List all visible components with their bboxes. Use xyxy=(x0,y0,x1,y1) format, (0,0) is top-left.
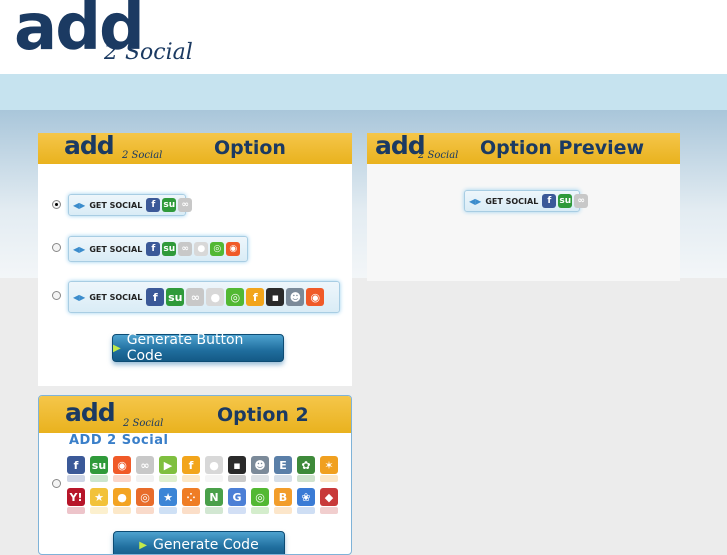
facebook-icon[interactable]: f xyxy=(146,242,161,256)
myspace-icon[interactable]: ∞ xyxy=(178,198,193,212)
satellite-icon[interactable]: ✶ xyxy=(320,456,338,482)
play-icon[interactable]: ▶ xyxy=(159,456,177,482)
stumbleupon-icon[interactable]: su xyxy=(90,456,108,482)
target-icon[interactable]: ◉ xyxy=(113,456,131,482)
friendfeed-icon[interactable]: f xyxy=(246,288,265,306)
arrows-icon: ◀▶ xyxy=(73,200,86,210)
g-icon[interactable]: G xyxy=(228,488,246,514)
generate-button-code-label: Generate Button Code xyxy=(126,332,244,364)
facebook-icon[interactable]: f xyxy=(146,198,161,212)
n-icon[interactable]: N xyxy=(205,488,223,514)
option-preview-button-2[interactable]: ◀▶ GET SOCIAL f su ∞ ● ◎ ◉ xyxy=(68,236,248,262)
option-2-subtitle: ADD 2 Social xyxy=(69,433,169,448)
facebook-icon[interactable]: f xyxy=(67,456,85,482)
get-social-label: GET SOCIAL xyxy=(89,200,143,210)
leaf-icon[interactable]: ✿ xyxy=(297,456,315,482)
option-icons-3: f su ∞ ● ◎ f ▪ ☻ ◉ xyxy=(146,288,325,306)
option-icons-2: f su ∞ ● ◎ ◉ xyxy=(146,242,241,256)
nav-band xyxy=(0,74,727,110)
option-preview-title: Option Preview xyxy=(480,137,645,159)
star-icon[interactable]: ★ xyxy=(90,488,108,514)
site-logo-subtitle: 2 Social xyxy=(104,40,193,65)
chat-icon[interactable]: ◎ xyxy=(226,288,245,306)
reddit-icon[interactable]: ● xyxy=(206,288,225,306)
get-social-label: GET SOCIAL xyxy=(485,196,539,206)
panel-logo-subtitle: 2 Social xyxy=(122,150,163,161)
stumbleupon-icon[interactable]: su xyxy=(558,194,573,208)
chat-icon[interactable]: ◎ xyxy=(210,242,225,256)
target-icon[interactable]: ◉ xyxy=(226,242,241,256)
myspace-icon[interactable]: ∞ xyxy=(178,242,193,256)
arrows-icon: ◀▶ xyxy=(73,244,86,254)
option-preview-button-3[interactable]: ◀▶ GET SOCIAL f su ∞ ● ◎ f ▪ ☻ ◉ xyxy=(68,281,340,313)
delicious-icon[interactable]: ▪ xyxy=(228,456,246,482)
play-icon: ▶ xyxy=(113,342,121,354)
myspace-icon[interactable]: ∞ xyxy=(186,288,205,306)
facebook-icon[interactable]: f xyxy=(146,288,165,306)
yahoo-icon[interactable]: Y! xyxy=(67,488,85,514)
option-2-header: add 2 Social Option 2 xyxy=(39,396,351,433)
option-radio-1[interactable] xyxy=(52,200,61,209)
option-2-radio[interactable] xyxy=(52,479,61,488)
facebook-icon[interactable]: f xyxy=(542,194,557,208)
option-panel-title: Option xyxy=(214,137,286,159)
delicious-icon[interactable]: ▪ xyxy=(266,288,285,306)
arrows-icon: ◀▶ xyxy=(469,196,482,206)
preview-icons: f su ∞ xyxy=(542,194,589,208)
get-social-label: GET SOCIAL xyxy=(89,292,143,302)
person-icon[interactable]: ☻ xyxy=(251,456,269,482)
diamond-icon[interactable]: ◆ xyxy=(320,488,338,514)
preview-get-social-button[interactable]: ◀▶ GET SOCIAL f su ∞ xyxy=(464,190,589,212)
generate-code-button[interactable]: ▶ Generate Code xyxy=(113,531,285,554)
blue-star-icon[interactable]: ★ xyxy=(159,488,177,514)
flower-icon[interactable]: ❀ xyxy=(297,488,315,514)
option-2-panel: add 2 Social Option 2 ADD 2 Social f su ◉ ∞… xyxy=(38,395,352,555)
panel-logo-subtitle: 2 Social xyxy=(418,150,459,161)
option-preview-panel: add 2 Social Option Preview ◀▶ GET SOCIA… xyxy=(367,133,680,281)
friendfeed-icon[interactable]: f xyxy=(182,456,200,482)
stumbleupon-icon[interactable]: su xyxy=(162,242,177,256)
myspace-icon[interactable]: ∞ xyxy=(136,456,154,482)
ring-icon[interactable]: ◎ xyxy=(136,488,154,514)
stumbleupon-icon[interactable]: su xyxy=(166,288,185,306)
play-icon: ▶ xyxy=(139,539,147,551)
chat-icon[interactable]: ◎ xyxy=(251,488,269,514)
option-preview-header: add 2 Social Option Preview xyxy=(367,133,680,164)
b-icon[interactable]: B xyxy=(274,488,292,514)
option-icons-1: f su ∞ xyxy=(146,198,193,212)
option-2-title: Option 2 xyxy=(217,404,309,426)
option-preview-button-1[interactable]: ◀▶ GET SOCIAL f su ∞ xyxy=(68,194,193,216)
reddit-icon[interactable]: ● xyxy=(194,242,209,256)
panel-logo: add xyxy=(65,398,116,427)
site-header: add 2 Social xyxy=(0,0,727,74)
person-icon[interactable]: ☻ xyxy=(286,288,305,306)
myspace-icon[interactable]: ∞ xyxy=(574,194,589,208)
option-2-icon-grid[interactable]: f su ◉ ∞ ▶ f ● ▪ ☻ E ✿ ✶ Y! ★ ● ◎ ★ ⁘ N G ◎ B ❀ ◆ xyxy=(67,456,339,514)
stumbleupon-icon[interactable]: su xyxy=(162,198,177,212)
circle-icon[interactable]: ● xyxy=(113,488,131,514)
dots-icon[interactable]: ⁘ xyxy=(182,488,200,514)
panel-logo: add xyxy=(64,131,115,160)
e-icon[interactable]: E xyxy=(274,456,292,482)
option-radio-3[interactable] xyxy=(52,291,61,300)
get-social-label: GET SOCIAL xyxy=(89,244,143,254)
option-panel-header: add 2 Social Option xyxy=(38,133,352,164)
target-icon[interactable]: ◉ xyxy=(306,288,325,306)
generate-button-code-button[interactable]: ▶ Generate Button Code xyxy=(112,332,284,364)
option-panel: add 2 Social Option ◀▶ GET SOCIAL f su ∞ ◀… xyxy=(38,133,352,386)
reddit-icon[interactable]: ● xyxy=(205,456,223,482)
arrows-icon: ◀▶ xyxy=(73,292,86,302)
option-radio-2[interactable] xyxy=(52,243,61,252)
generate-code-label: Generate Code xyxy=(153,537,259,553)
panel-logo-subtitle: 2 Social xyxy=(123,418,164,429)
